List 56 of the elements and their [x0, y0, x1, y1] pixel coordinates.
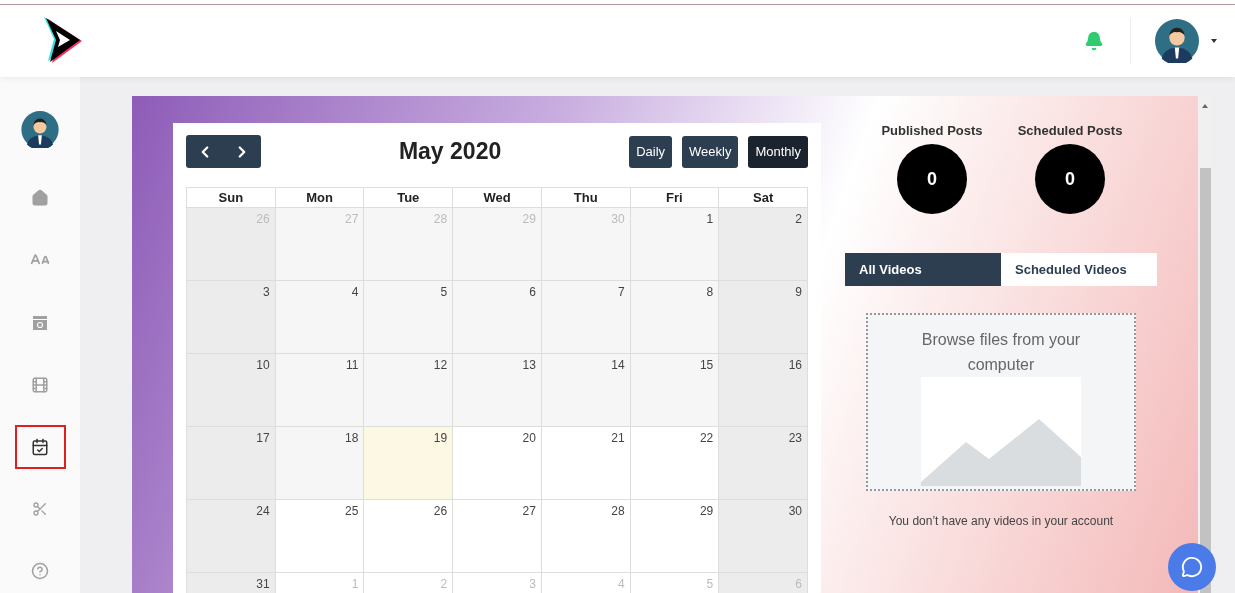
day-cell[interactable]: 8 [630, 281, 720, 354]
stat-label: Published Posts [881, 123, 983, 138]
day-cell[interactable]: 1 [630, 208, 720, 281]
day-cell[interactable]: 30 [719, 500, 808, 573]
day-cell[interactable]: 10 [187, 354, 276, 427]
chat-bubble-icon [1181, 556, 1203, 578]
day-cell[interactable]: 29 [630, 500, 720, 573]
day-cell[interactable]: 31 [187, 573, 276, 593]
day-cell[interactable]: 11 [275, 354, 365, 427]
sidebar-item[interactable] [14, 424, 66, 469]
caret-icon[interactable] [1211, 39, 1217, 43]
day-cell[interactable]: 24 [187, 500, 276, 573]
home-icon [31, 189, 49, 208]
view-button[interactable]: Weekly [682, 135, 739, 168]
stat-count: 0 [897, 144, 967, 214]
day-cell[interactable]: 7 [541, 281, 631, 354]
day-cell[interactable]: 26 [364, 500, 454, 573]
view-button[interactable]: Daily [629, 135, 673, 168]
upload-dropzone[interactable]: Browse files from your computer [866, 313, 1136, 491]
day-cell[interactable]: 3 [187, 281, 276, 354]
day-cell[interactable]: 21 [541, 427, 631, 500]
day-cell[interactable]: 5 [364, 281, 454, 354]
film-icon [31, 375, 49, 394]
stat-label: Scheduled Posts [1017, 123, 1123, 138]
notification-bell-icon[interactable] [1084, 31, 1104, 51]
day-cell[interactable]: 27 [453, 500, 542, 573]
profile-avatar[interactable] [20, 111, 60, 149]
day-cell[interactable]: 25 [275, 500, 365, 573]
upload-prompt: Browse files from your computer [920, 330, 1082, 375]
user-avatar[interactable] [1155, 19, 1199, 63]
day-cell[interactable]: 9 [719, 281, 808, 354]
day-cell[interactable]: 16 [719, 354, 808, 427]
day-cell[interactable]: 20 [453, 427, 542, 500]
day-cell[interactable]: 28 [541, 500, 631, 573]
day-cell[interactable]: 6 [453, 281, 542, 354]
day-cell[interactable]: 12 [364, 354, 454, 427]
day-cell[interactable]: 23 [719, 427, 808, 500]
day-cell[interactable]: 15 [630, 354, 720, 427]
video-tab[interactable]: Scheduled Videos [1001, 253, 1157, 286]
image-placeholder-icon [921, 377, 1081, 486]
stat-count: 0 [1035, 144, 1105, 214]
day-cell[interactable]: 17 [187, 427, 276, 500]
calendar-check-icon [31, 437, 49, 456]
day-cell[interactable]: 22 [630, 427, 720, 500]
view-button[interactable]: Monthly [748, 135, 808, 168]
video-tab[interactable]: All Videos [845, 253, 1001, 286]
help-icon [31, 561, 49, 580]
day-cell[interactable]: 18 [275, 427, 365, 500]
day-cell[interactable]: 14 [541, 354, 631, 427]
day-cell[interactable]: 4 [275, 281, 365, 354]
scissors-icon [32, 500, 48, 517]
empty-message: You don’t have any videos in your account [888, 514, 1114, 528]
calendar-title: May 2020 [397, 138, 503, 165]
day-cell[interactable]: 13 [453, 354, 542, 427]
day-cell[interactable]: 19 [364, 427, 454, 500]
day-cell[interactable]: 2 [719, 208, 808, 281]
